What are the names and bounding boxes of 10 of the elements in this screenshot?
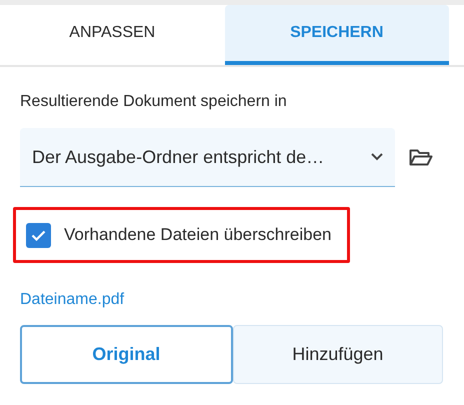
filename-link[interactable]: Dateiname.pdf [20,291,124,309]
folder-select[interactable]: Der Ausgabe-Ordner entspricht de… [20,128,395,187]
segment-button[interactable]: Hinzufügen [232,325,443,384]
segment-button[interactable]: Original [20,325,232,384]
checkbox-label: Vorhandene Dateien überschreiben [64,225,332,245]
checkbox[interactable] [26,222,51,248]
chevron-down-icon [371,153,383,161]
folder-icon[interactable] [409,149,433,166]
field-label: Resultierende Dokument speichern in [20,93,288,111]
check-icon [31,230,46,240]
